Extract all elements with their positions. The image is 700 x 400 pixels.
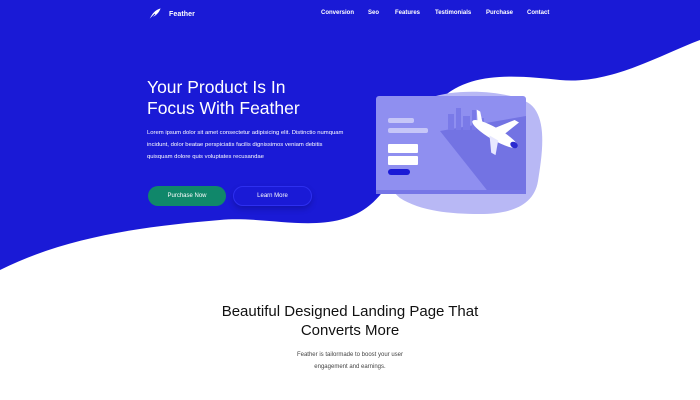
- nav-link-purchase[interactable]: Purchase: [486, 10, 513, 16]
- brand-logo[interactable]: Feather: [147, 6, 195, 22]
- feather-icon: [149, 8, 161, 20]
- features-section-title: Beautiful Designed Landing Page That Con…: [0, 302, 700, 340]
- top-navigation: Feather Conversion Seo Features Testimon…: [0, 0, 700, 28]
- features-title-line-2: Converts More: [300, 322, 400, 339]
- hero-title: Your Product Is In Focus With Feather: [147, 77, 367, 119]
- features-section-subtitle: Feather is tailormade to boost your user…: [0, 349, 700, 373]
- nav-link-conversion[interactable]: Conversion: [321, 10, 354, 16]
- nav-link-seo[interactable]: Seo: [368, 10, 379, 16]
- hero-title-line-1: Your Product Is In: [147, 77, 286, 97]
- airplane-card-illustration: [376, 91, 543, 214]
- purchase-now-button[interactable]: Purchase Now: [148, 186, 226, 206]
- nav-link-contact[interactable]: Contact: [527, 10, 549, 16]
- nav-link-features[interactable]: Features: [395, 10, 420, 16]
- learn-more-button[interactable]: Learn More: [233, 186, 312, 206]
- brand-name: Feather: [169, 10, 195, 18]
- hero-title-line-2: Focus With Feather: [147, 98, 300, 118]
- features-title-line-1: Beautiful Designed Landing Page That: [221, 303, 479, 320]
- features-subtitle-line-1: Feather is tailormade to boost your user: [296, 352, 404, 358]
- hero-wave-background: [0, 0, 700, 270]
- features-subtitle-line-2: engagement and earnings.: [314, 364, 386, 370]
- nav-link-testimonials[interactable]: Testimonials: [435, 10, 471, 16]
- hero-description: Lorem ipsum dolor sit amet consectetur a…: [147, 130, 344, 160]
